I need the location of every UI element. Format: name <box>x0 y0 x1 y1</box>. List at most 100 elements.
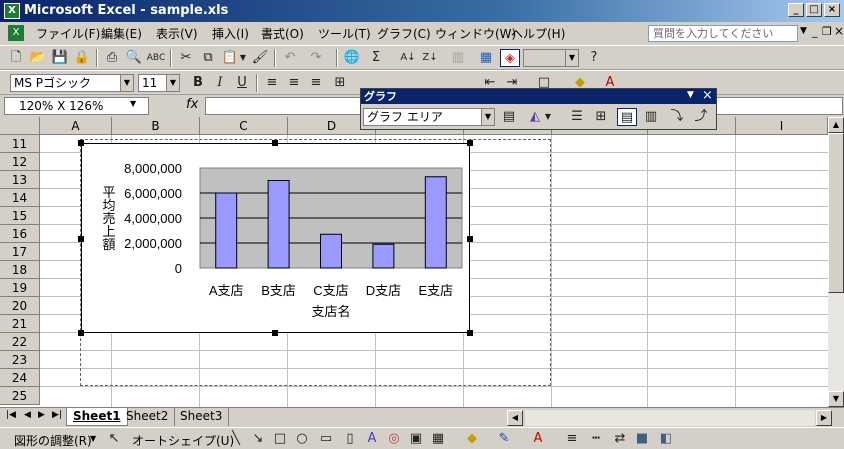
minimize-button[interactable]: _ <box>788 3 804 17</box>
prev-sheet-button[interactable]: ◀ <box>24 410 31 420</box>
permission-icon[interactable]: 🔒 <box>72 49 92 67</box>
chart-icon[interactable]: ▦ <box>476 49 496 67</box>
close-button[interactable]: × <box>824 3 840 17</box>
align-center-icon[interactable]: ≡ <box>284 74 304 92</box>
column-header[interactable]: A <box>40 117 112 135</box>
chart-resize-handle[interactable] <box>467 330 473 336</box>
chart-bar[interactable] <box>215 192 238 269</box>
legend-icon[interactable]: ☰ <box>567 108 587 126</box>
select-objects-icon[interactable]: ↖ <box>104 430 124 448</box>
menu-tools[interactable]: ツール(T) <box>318 25 371 41</box>
font-size-select[interactable]: 11 ▼ <box>138 74 180 92</box>
ask-question-input[interactable]: 質問を入力してください <box>648 25 798 42</box>
chart-wizard-icon[interactable]: ▥ <box>448 49 468 67</box>
line-color-icon[interactable]: ✎ <box>494 430 514 448</box>
chart-resize-handle[interactable] <box>78 140 84 146</box>
row-header[interactable]: 22 <box>0 333 40 351</box>
paste-icon[interactable]: 📋 <box>220 49 240 67</box>
line-icon[interactable]: ╲ <box>226 430 246 448</box>
toolbar-close-icon[interactable]: × <box>702 88 713 103</box>
chart-toolbar-title[interactable]: グラフ <box>361 89 716 104</box>
ask-dropdown-icon[interactable]: ▼ <box>800 26 807 36</box>
draw-dropdown-icon[interactable]: ▼ <box>90 434 96 443</box>
last-sheet-button[interactable]: ▶| <box>52 410 62 420</box>
menu-insert[interactable]: 挿入(I) <box>212 25 249 41</box>
cut-icon[interactable]: ✂ <box>176 49 196 67</box>
scroll-down-button[interactable]: ▼ <box>828 391 844 407</box>
by-row-icon[interactable]: ▤ <box>617 108 637 126</box>
angle-text-down-icon[interactable]: ⤵ <box>667 108 687 126</box>
chart-resize-handle[interactable] <box>78 236 84 242</box>
new-icon[interactable]: 🗋 <box>6 49 26 67</box>
redo-icon[interactable]: ↷ <box>306 49 326 67</box>
sort-ascending-icon[interactable]: A↓ <box>398 49 418 67</box>
chart-bar[interactable] <box>267 180 290 269</box>
open-icon[interactable]: 📂 <box>28 49 48 67</box>
align-left-icon[interactable]: ≡ <box>262 74 282 92</box>
vertical-scrollbar[interactable]: ▲ ▼ <box>828 117 844 407</box>
draw-menu[interactable]: 図形の調整(R) <box>14 432 92 448</box>
toolbar-options-icon[interactable]: ▼ <box>687 90 694 100</box>
row-header[interactable]: 19 <box>0 279 40 297</box>
font-color-icon[interactable]: A <box>528 430 548 448</box>
wordart-icon[interactable]: A <box>362 430 382 448</box>
italic-button[interactable]: I <box>210 74 230 92</box>
row-header[interactable]: 24 <box>0 369 40 387</box>
sort-descending-icon[interactable]: Z↓ <box>420 49 440 67</box>
chart-resize-handle[interactable] <box>467 236 473 242</box>
row-header[interactable]: 11 <box>0 135 40 153</box>
menu-format[interactable]: 書式(O) <box>261 25 304 41</box>
column-header[interactable]: B <box>112 117 200 135</box>
copy-icon[interactable]: ⧉ <box>198 49 218 67</box>
row-header[interactable]: 12 <box>0 153 40 171</box>
rectangle-icon[interactable]: □ <box>270 430 290 448</box>
shadow-icon[interactable]: ■ <box>632 430 652 448</box>
help-icon[interactable]: ? <box>584 49 604 67</box>
merge-center-icon[interactable]: ⊞ <box>330 74 350 92</box>
chart-resize-handle[interactable] <box>467 140 473 146</box>
zoom-select[interactable]: ▼ <box>523 49 579 67</box>
font-select[interactable]: MS Pゴシック ▼ <box>10 74 134 92</box>
angle-text-up-icon[interactable]: ⤴ <box>691 108 711 126</box>
doc-close-button[interactable]: × <box>834 24 844 38</box>
insert-function-icon[interactable]: fx <box>186 97 198 112</box>
embedded-chart[interactable]: 8,000,000 6,000,000 4,000,000 2,000,000 0 A支… <box>81 143 470 333</box>
chart-resize-handle[interactable] <box>272 140 278 146</box>
chart-object-select[interactable]: グラフ エリア ▼ <box>363 108 495 126</box>
sheet-tab[interactable]: Sheet2 <box>120 408 176 426</box>
scroll-thumb[interactable] <box>828 133 844 293</box>
dash-style-icon[interactable]: ┅ <box>586 430 606 448</box>
row-header[interactable]: 17 <box>0 243 40 261</box>
autosum-icon[interactable]: Σ <box>366 49 386 67</box>
menu-help[interactable]: ヘルプ(H) <box>511 25 565 41</box>
first-sheet-button[interactable]: |◀ <box>6 410 16 420</box>
maximize-button[interactable]: □ <box>806 3 822 17</box>
autoshapes-menu[interactable]: オートシェイプ(U) <box>132 432 234 448</box>
menu-chart[interactable]: グラフ(C) <box>377 25 431 41</box>
textbox-icon[interactable]: ▭ <box>316 430 336 448</box>
chart-resize-handle[interactable] <box>78 330 84 336</box>
chart-type-dropdown-icon[interactable]: ▼ <box>543 108 553 126</box>
fill-color-icon[interactable]: ◆ <box>462 430 482 448</box>
row-header[interactable]: 16 <box>0 225 40 243</box>
chart-bar[interactable] <box>372 243 395 269</box>
column-header[interactable]: I <box>736 117 828 135</box>
vertical-textbox-icon[interactable]: ▯ <box>340 430 360 448</box>
arrow-style-icon[interactable]: ⇄ <box>610 430 630 448</box>
row-header[interactable]: 23 <box>0 351 40 369</box>
chart-bar[interactable] <box>320 233 342 269</box>
chart-type-icon[interactable]: ◭ <box>525 108 545 126</box>
undo-icon[interactable]: ↶ <box>280 49 300 67</box>
3d-icon[interactable]: ◧ <box>656 430 676 448</box>
sheet-tab[interactable]: Sheet3 <box>174 408 230 426</box>
next-sheet-button[interactable]: ▶ <box>38 410 45 420</box>
drawing-icon[interactable]: ◈ <box>500 49 520 67</box>
chart-bar[interactable] <box>424 176 447 269</box>
by-column-icon[interactable]: ▥ <box>641 108 661 126</box>
horizontal-scrollbar[interactable] <box>525 410 815 426</box>
name-box-dropdown-icon[interactable]: ▼ <box>130 99 136 108</box>
underline-button[interactable]: U <box>232 74 252 92</box>
align-right-icon[interactable]: ≡ <box>306 74 326 92</box>
save-icon[interactable]: 💾 <box>50 49 70 67</box>
row-header[interactable]: 25 <box>0 387 40 405</box>
